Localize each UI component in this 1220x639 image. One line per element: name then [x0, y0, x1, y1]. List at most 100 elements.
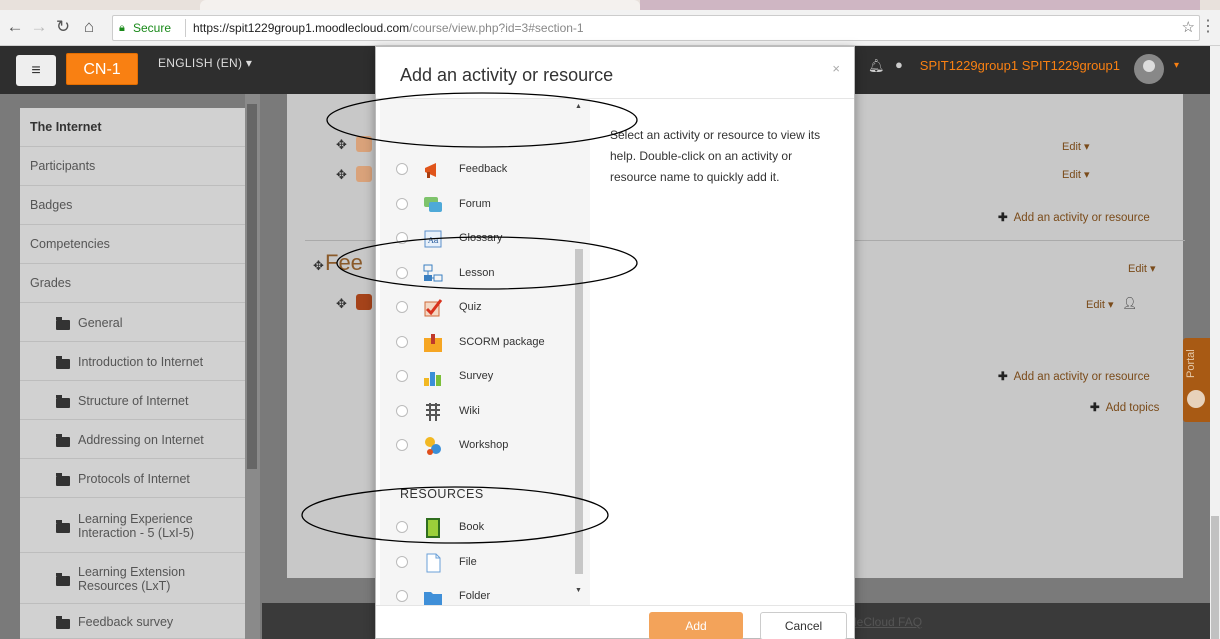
portal-tab[interactable]: Portal — [1183, 338, 1210, 422]
course-brand-button[interactable]: CN-1 — [66, 53, 138, 85]
option-book[interactable]: Book — [380, 511, 590, 545]
browser-toolbar: ← → ↻ ⌂ 🔒︎ Secure https://spit1229group1… — [0, 10, 1220, 46]
sidebar-item[interactable]: Learning Experience Interaction - 5 (LxI… — [20, 498, 255, 553]
folder-icon — [56, 356, 70, 369]
sidebar-item[interactable]: Structure of Internet — [20, 381, 255, 420]
edit-menu[interactable]: Edit ▾ — [1086, 298, 1114, 311]
add-activity-link[interactable]: ✚ Add an activity or resource — [998, 210, 1150, 224]
chevron-down-icon[interactable]: ▾ — [1174, 60, 1179, 71]
option-radio[interactable] — [396, 301, 408, 313]
forum-icon — [422, 194, 444, 216]
edit-menu[interactable]: Edit ▾ — [1062, 140, 1090, 153]
sidebar-item[interactable]: Addressing on Internet — [20, 420, 255, 459]
sidebar-item[interactable]: Competencies — [20, 225, 255, 264]
glossary-icon: Aa — [422, 228, 444, 250]
sidebar-item[interactable]: Feedback survey — [20, 604, 255, 639]
folder-icon — [56, 520, 70, 533]
option-quiz[interactable]: Quiz — [380, 291, 590, 325]
option-lesson[interactable]: Lesson — [380, 257, 590, 291]
sidebar-item[interactable]: Learning Extension Resources (LxT) — [20, 553, 255, 604]
folder-icon — [56, 317, 70, 330]
option-workshop[interactable]: Workshop — [380, 429, 590, 463]
option-forum[interactable]: Forum — [380, 188, 590, 222]
sidebar-item[interactable]: General — [20, 303, 255, 342]
move-icon[interactable]: ✥ — [336, 296, 347, 312]
lock-icon: 🔒︎ — [119, 22, 125, 34]
reload-icon[interactable]: ↻ — [52, 16, 74, 38]
add-activity-link[interactable]: ✚ Add an activity or resource — [998, 369, 1150, 383]
option-label: Book — [459, 521, 485, 533]
option-radio[interactable] — [396, 521, 408, 533]
move-icon[interactable]: ✥ — [336, 137, 347, 153]
sidebar-item[interactable]: Grades — [20, 264, 255, 303]
move-icon[interactable]: ✥ — [336, 167, 347, 183]
page-scrollbar[interactable] — [1210, 46, 1220, 639]
close-icon[interactable]: × — [832, 61, 840, 76]
option-radio[interactable] — [396, 266, 408, 279]
option-glossary[interactable]: Aa Glossary — [380, 222, 590, 256]
option-file[interactable]: File — [380, 546, 590, 580]
language-menu[interactable]: ENGLISH (EN) ▾ — [158, 56, 252, 70]
messages-icon[interactable]: ● — [895, 57, 903, 72]
option-megaphone[interactable]: Feedback — [380, 153, 590, 187]
option-radio[interactable] — [396, 335, 408, 348]
add-topics-link[interactable]: ✚ Add topics — [1090, 400, 1159, 414]
back-arrow-icon[interactable]: ← — [4, 16, 26, 38]
bookmark-star-icon[interactable]: ☆ — [1182, 16, 1195, 40]
option-radio[interactable] — [396, 163, 408, 175]
edit-menu[interactable]: Edit ▾ — [1128, 262, 1156, 275]
nav-drawer: The Internet Participants Badges Competenci… — [20, 108, 255, 639]
sidebar-item[interactable]: Introduction to Internet — [20, 342, 255, 381]
add-activity-modal: Add an activity or resource × Feedback Fo… — [375, 46, 855, 639]
move-icon[interactable]: ✥ — [313, 258, 324, 274]
notification-bell-icon[interactable]: 🔔︎ — [868, 58, 885, 74]
browser-menu-icon[interactable]: ⋮ — [1200, 16, 1216, 36]
feedback-activity-icon — [356, 294, 372, 310]
sidebar-item[interactable]: Participants — [20, 147, 255, 186]
add-button[interactable]: Add — [649, 612, 743, 639]
option-label: File — [459, 555, 477, 568]
sidebar-item[interactable]: Protocols of Internet — [20, 459, 255, 498]
edit-menu[interactable]: Edit ▾ — [1062, 168, 1090, 181]
folder-icon — [422, 586, 444, 605]
forward-arrow-icon[interactable]: → — [28, 16, 50, 38]
cancel-button[interactable]: Cancel — [760, 612, 847, 639]
drawer-scrollbar[interactable] — [245, 94, 260, 639]
option-radio[interactable] — [396, 404, 408, 417]
option-radio[interactable] — [396, 439, 408, 451]
nav-drawer-toggle-button[interactable]: ≡ — [16, 55, 56, 86]
browser-tab-strip — [0, 0, 1220, 10]
option-radio[interactable] — [396, 232, 408, 244]
option-label: Folder — [459, 590, 491, 602]
user-menu-name[interactable]: SPIT1229group1 SPIT1229group1 — [920, 58, 1120, 73]
option-list-scrollbar[interactable]: ▲ ▼ — [572, 99, 586, 605]
sidebar-item[interactable]: The Internet — [20, 108, 255, 147]
book-icon — [422, 517, 444, 539]
section-title[interactable]: Fee — [325, 250, 363, 276]
file-icon — [422, 552, 444, 574]
avatar[interactable] — [1134, 54, 1164, 84]
folder-icon — [56, 395, 70, 408]
option-wiki[interactable]: Wiki — [380, 395, 590, 429]
home-icon[interactable]: ⌂ — [78, 16, 100, 38]
secure-label: Secure — [133, 21, 172, 35]
option-scorm[interactable]: SCORM package — [380, 326, 590, 360]
svg-text:Aa: Aa — [427, 236, 439, 245]
sidebar-item[interactable]: Badges — [20, 186, 255, 225]
option-radio[interactable] — [396, 197, 408, 210]
address-bar[interactable]: 🔒︎ Secure https://spit1229group1.moodlec… — [112, 15, 1200, 41]
portal-icon — [1187, 390, 1205, 408]
sidebar-item-label: Addressing on Internet — [78, 433, 204, 447]
option-radio[interactable] — [396, 590, 408, 602]
sidebar-item-label: Learning Experience Interaction - 5 (LxI… — [78, 512, 195, 540]
option-folder[interactable]: Folder — [380, 580, 590, 605]
faq-link[interactable]: leCloud FAQ — [854, 615, 922, 629]
sidebar-item-label: Introduction to Internet — [78, 355, 204, 369]
user-icon: 👤︎ — [1122, 296, 1138, 310]
sidebar-item-label: Grades — [30, 276, 71, 290]
option-label: Quiz — [459, 301, 482, 313]
option-radio[interactable] — [396, 555, 408, 568]
option-radio[interactable] — [396, 370, 408, 382]
option-survey[interactable]: Survey — [380, 360, 590, 394]
sidebar-item-label: Badges — [30, 198, 73, 212]
